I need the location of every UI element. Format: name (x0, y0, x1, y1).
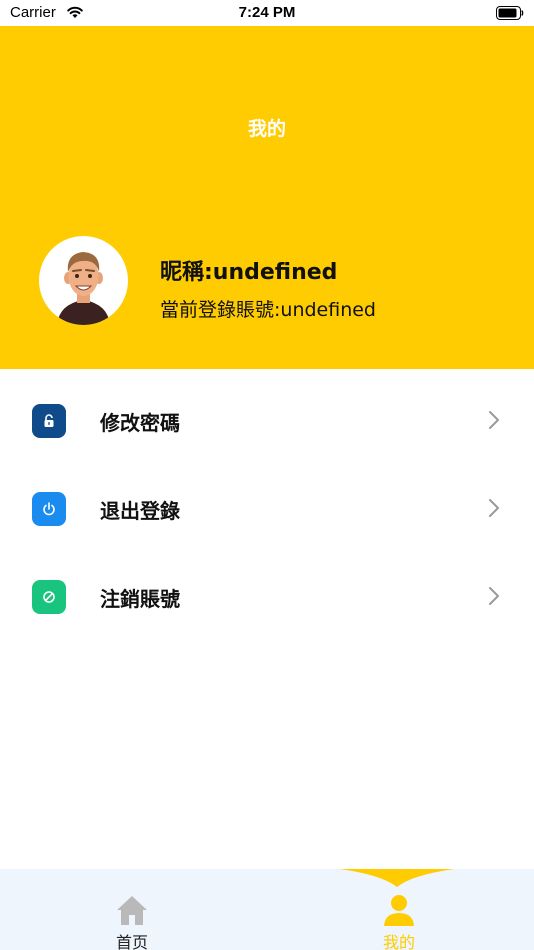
menu-item-change-password[interactable]: 修改密碼 (0, 376, 534, 464)
status-time: 7:24 PM (238, 4, 296, 21)
chevron-right-icon (489, 499, 499, 517)
nickname-text: 昵稱:undefined (160, 260, 338, 285)
profile-header: 我的 昵稱:undefined 當前登錄賬號:undefined (0, 26, 534, 369)
account-text: 當前登錄賬號:undefined (160, 299, 376, 321)
menu-item-logout[interactable]: 退出登錄 (0, 464, 534, 552)
tab-label: 我的 (382, 933, 415, 950)
user-icon (384, 895, 414, 926)
tab-home[interactable]: 首页 (82, 869, 182, 950)
status-bar: Carrier 7:24 PM (0, 0, 534, 26)
settings-menu: 修改密碼 退出登錄 注銷賬號 (0, 376, 534, 640)
ban-icon (32, 580, 66, 614)
avatar-illustration (57, 252, 110, 325)
chevron-right-icon (489, 411, 499, 429)
menu-item-label: 注銷賬號 (100, 587, 180, 611)
avatar[interactable] (39, 236, 128, 325)
chevron-right-icon (489, 587, 499, 605)
active-tab-indicator (340, 869, 454, 887)
battery-icon (496, 6, 524, 20)
power-icon (32, 492, 66, 526)
menu-item-label: 退出登錄 (100, 499, 180, 523)
tab-label: 首页 (115, 933, 148, 950)
home-icon (117, 896, 147, 925)
page-title: 我的 (247, 118, 286, 140)
unlock-icon (32, 404, 66, 438)
menu-item-delete-account[interactable]: 注銷賬號 (0, 552, 534, 640)
menu-item-label: 修改密碼 (100, 411, 180, 435)
